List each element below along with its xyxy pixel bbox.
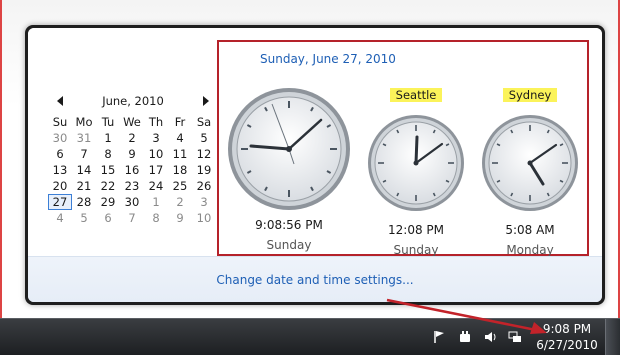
red-annotation-arrow-icon bbox=[386, 298, 547, 334]
